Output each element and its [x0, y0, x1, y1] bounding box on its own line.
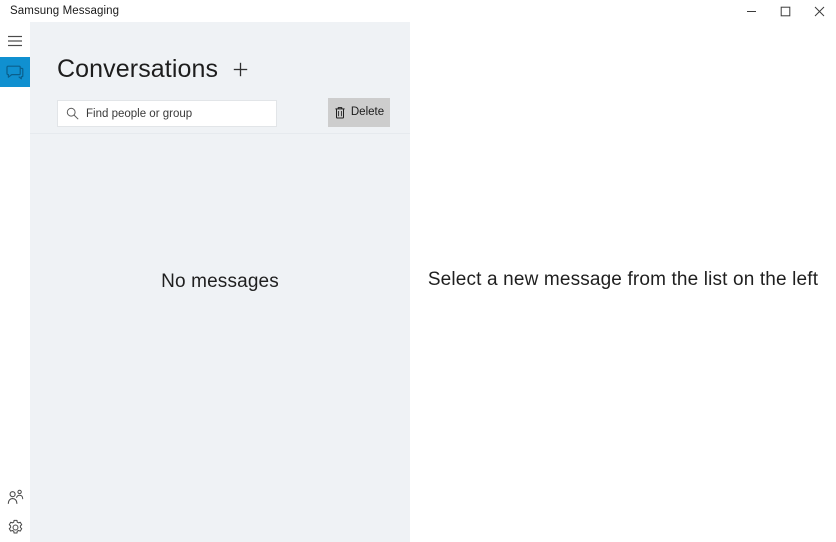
hamburger-menu-icon	[7, 35, 23, 47]
nav-settings-button[interactable]	[0, 512, 30, 542]
trash-icon	[334, 106, 346, 119]
nav-menu-button[interactable]	[0, 26, 30, 56]
title-bar: Samsung Messaging	[0, 0, 836, 22]
maximize-button[interactable]	[768, 0, 802, 22]
minimize-icon	[746, 6, 757, 17]
nav-messages-button[interactable]	[0, 57, 30, 87]
search-box[interactable]	[57, 100, 277, 127]
conversations-header: Conversations Find people or group Delet…	[30, 22, 410, 134]
delete-button-label: Delete	[350, 105, 385, 118]
detail-empty-state: Select a new message from the list on th…	[427, 269, 819, 290]
window-controls	[734, 0, 836, 22]
nav-contacts-button[interactable]	[0, 482, 30, 512]
maximize-icon	[780, 6, 791, 17]
conversations-title-row: Conversations	[57, 56, 253, 82]
search-input[interactable]	[86, 107, 264, 120]
gear-icon	[7, 519, 24, 536]
app-window: Samsung Messaging No messages Conversati…	[0, 0, 836, 542]
new-conversation-button[interactable]	[227, 56, 253, 82]
search-icon	[58, 107, 86, 120]
contacts-person-icon	[7, 489, 24, 506]
header-divider	[30, 133, 410, 134]
plus-icon	[233, 62, 248, 77]
close-button[interactable]	[802, 0, 836, 22]
delete-button[interactable]: Delete	[328, 98, 390, 127]
message-bubble-icon	[6, 65, 24, 80]
page-title: Conversations	[57, 54, 219, 83]
navigation-rail	[0, 22, 30, 542]
minimize-button[interactable]	[734, 0, 768, 22]
message-detail-panel: Select a new message from the list on th…	[410, 22, 836, 542]
close-icon	[814, 6, 825, 17]
app-title: Samsung Messaging	[10, 5, 120, 17]
conversations-panel: No messages Conversations Find people or…	[30, 22, 410, 542]
